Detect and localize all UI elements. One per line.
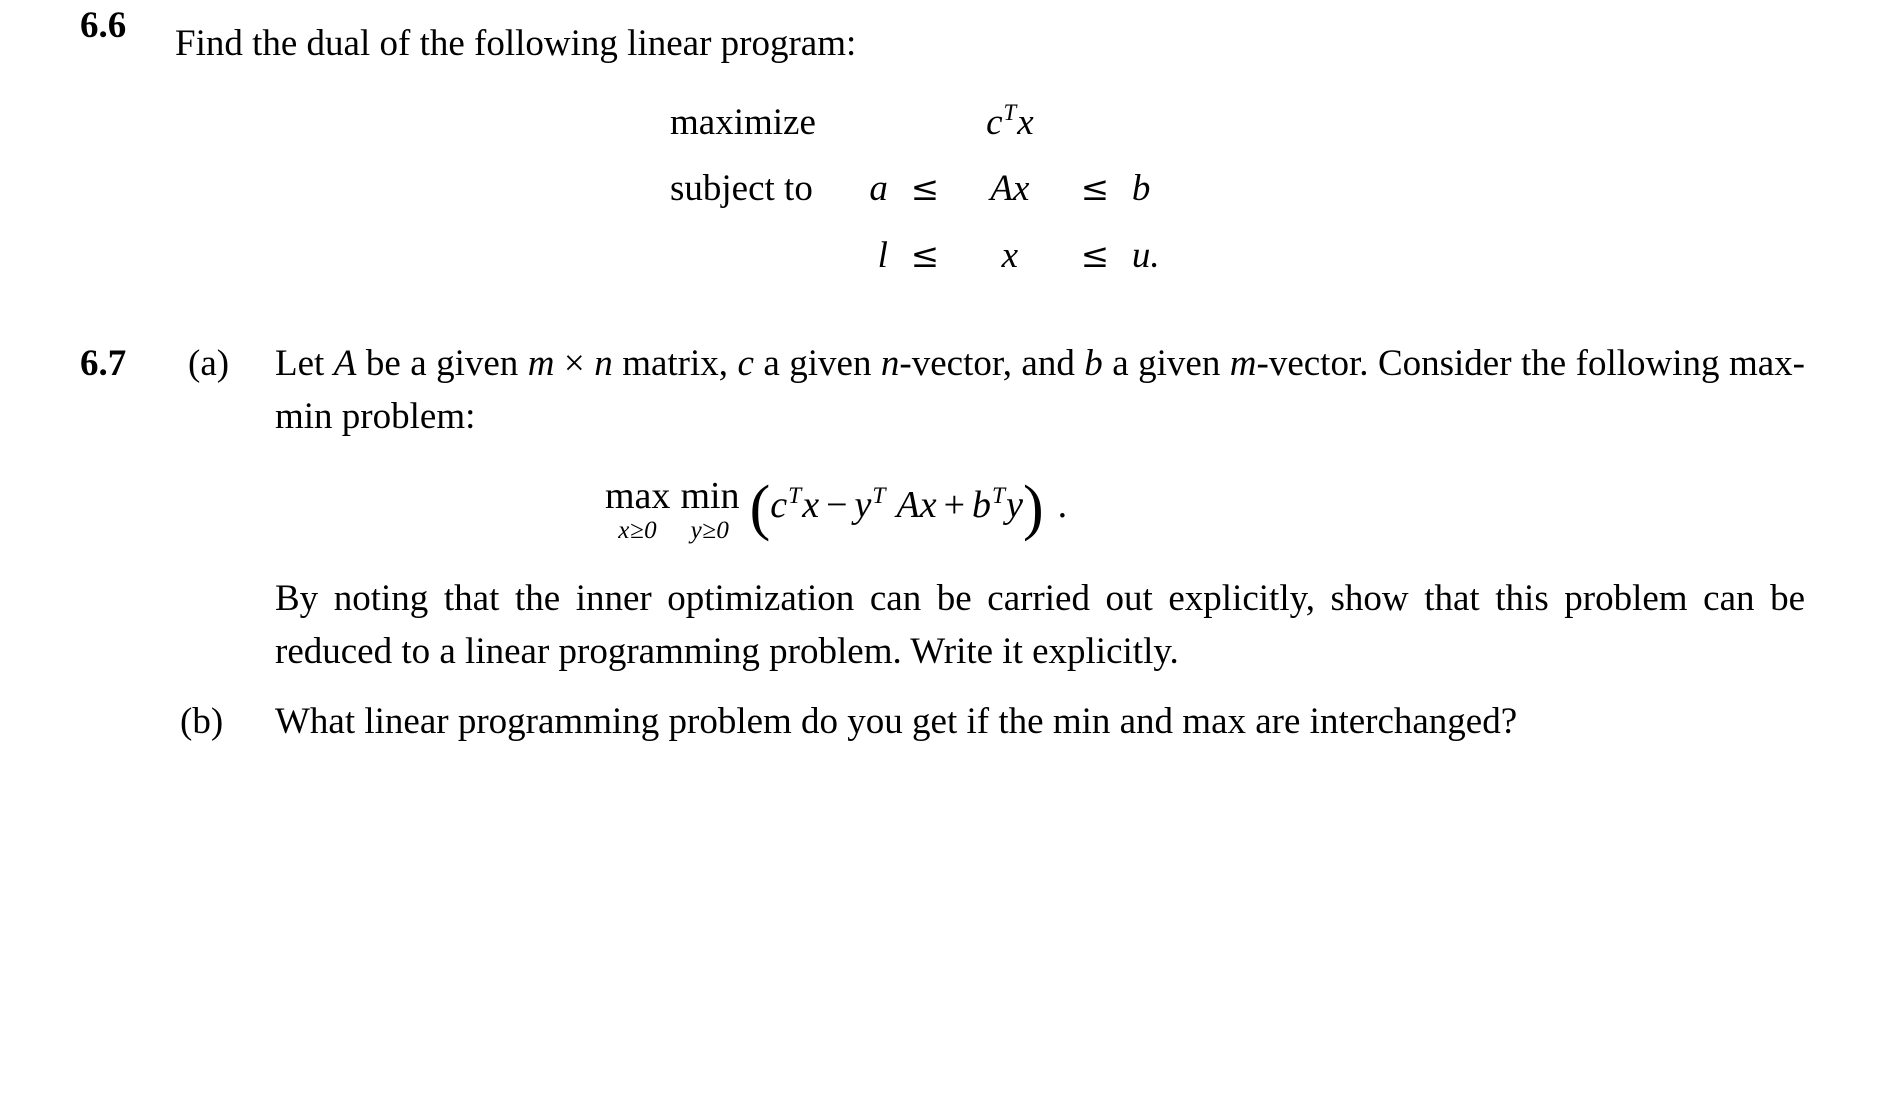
left-paren: ( [749,474,771,543]
t2: be a given [356,343,528,385]
lp-row2-rhs: b [1131,168,1151,210]
max-min-equation-display: max x≥0 min y≥0 (cTx − yT Ax + bTy). [275,477,1904,543]
min-operator-label: min [680,475,740,518]
plus-operator: + [943,484,966,527]
lp-row2-mid: Ax [990,168,1030,210]
linear-program-grid: maximize cTx subject to a ≤ Ax ≤ b l ≤ x… [670,97,1176,283]
lp-objective-transpose: T [1003,99,1017,125]
lp-objective-label: maximize [670,101,816,143]
term2-base: y [854,484,872,527]
min-operator-limit: y≥0 [690,517,730,545]
part-b-paragraph: What linear programming problem do you g… [275,701,1518,743]
term1-base: c [770,484,788,527]
lp-objective-expression: cTx [962,97,1058,150]
max-min-body: cTx − yT Ax + bTy [770,479,1023,533]
lp-row2-rel1: ≤ [910,169,940,210]
t1: Let [275,343,334,385]
part-label-b: (b) [180,701,224,743]
exercise-6-6: 6.6 Find the dual of the following linea… [0,0,1904,282]
document-page: 6.6 Find the dual of the following linea… [0,0,1904,1094]
var-b: b [1084,343,1103,385]
lp-objective-x: x [1017,101,1034,143]
max-operator-label: max [605,475,671,518]
minus-operator: − [826,484,848,527]
part-a-paragraph: By noting that the inner optimization ca… [275,578,1805,672]
min-operator-group: min y≥0 [680,477,739,543]
term2-transpose: T [872,482,886,509]
part-label-a: (a) [188,343,230,385]
term2-var: Ax [896,484,937,527]
exercise-6-6-lead: Find the dual of the following linear pr… [175,23,857,64]
lp-row2-rel2: ≤ [1080,169,1110,210]
t4: a given [753,343,881,385]
term3-base: b [972,484,992,527]
term3-transpose: T [992,482,1006,509]
max-operator-group: max x≥0 [605,477,670,543]
t5: -vector, and [899,343,1085,385]
t6: a given [1102,343,1230,385]
exercise-number: 6.6 [80,5,127,46]
term1-transpose: T [788,482,802,509]
right-paren: ) [1023,474,1044,543]
max-operator-limit: x≥0 [618,517,658,545]
var-m-2: m [1229,343,1257,385]
var-A: A [333,343,357,385]
lp-row3-rhs: u. [1131,234,1160,276]
lp-constraints-label: subject to [670,168,813,210]
var-n: n [594,343,613,385]
lp-row3-mid: x [1001,234,1019,276]
var-c: c [737,343,754,385]
lp-row3-rel1: ≤ [910,235,940,276]
lp-row3-lhs: l [877,234,888,276]
lp-row2-lhs: a [869,168,888,210]
var-n-2: n [880,343,900,385]
equation-period: . [1057,484,1068,527]
exercise-6-7: 6.7 (a) Let A be a given m × n matrix, c… [0,338,1904,749]
exercise-6-7-part-a: (a) Let A be a given m × n matrix, c a g… [80,338,1904,678]
var-m: m [527,343,555,385]
times-symbol: × [554,343,595,385]
lp-row3-rel2: ≤ [1080,235,1110,276]
term3-var: y [1006,484,1023,527]
exercise-6-7-part-b: (b) What linear programming problem do y… [80,696,1904,749]
lp-objective-c: c [986,101,1003,143]
t3: matrix, [612,343,738,385]
term1-var: x [802,484,820,527]
linear-program-display: maximize cTx subject to a ≤ Ax ≤ b l ≤ x… [80,97,1904,283]
part-a-intro-text: Let A be a given m × n matrix, c a given… [275,338,1805,443]
